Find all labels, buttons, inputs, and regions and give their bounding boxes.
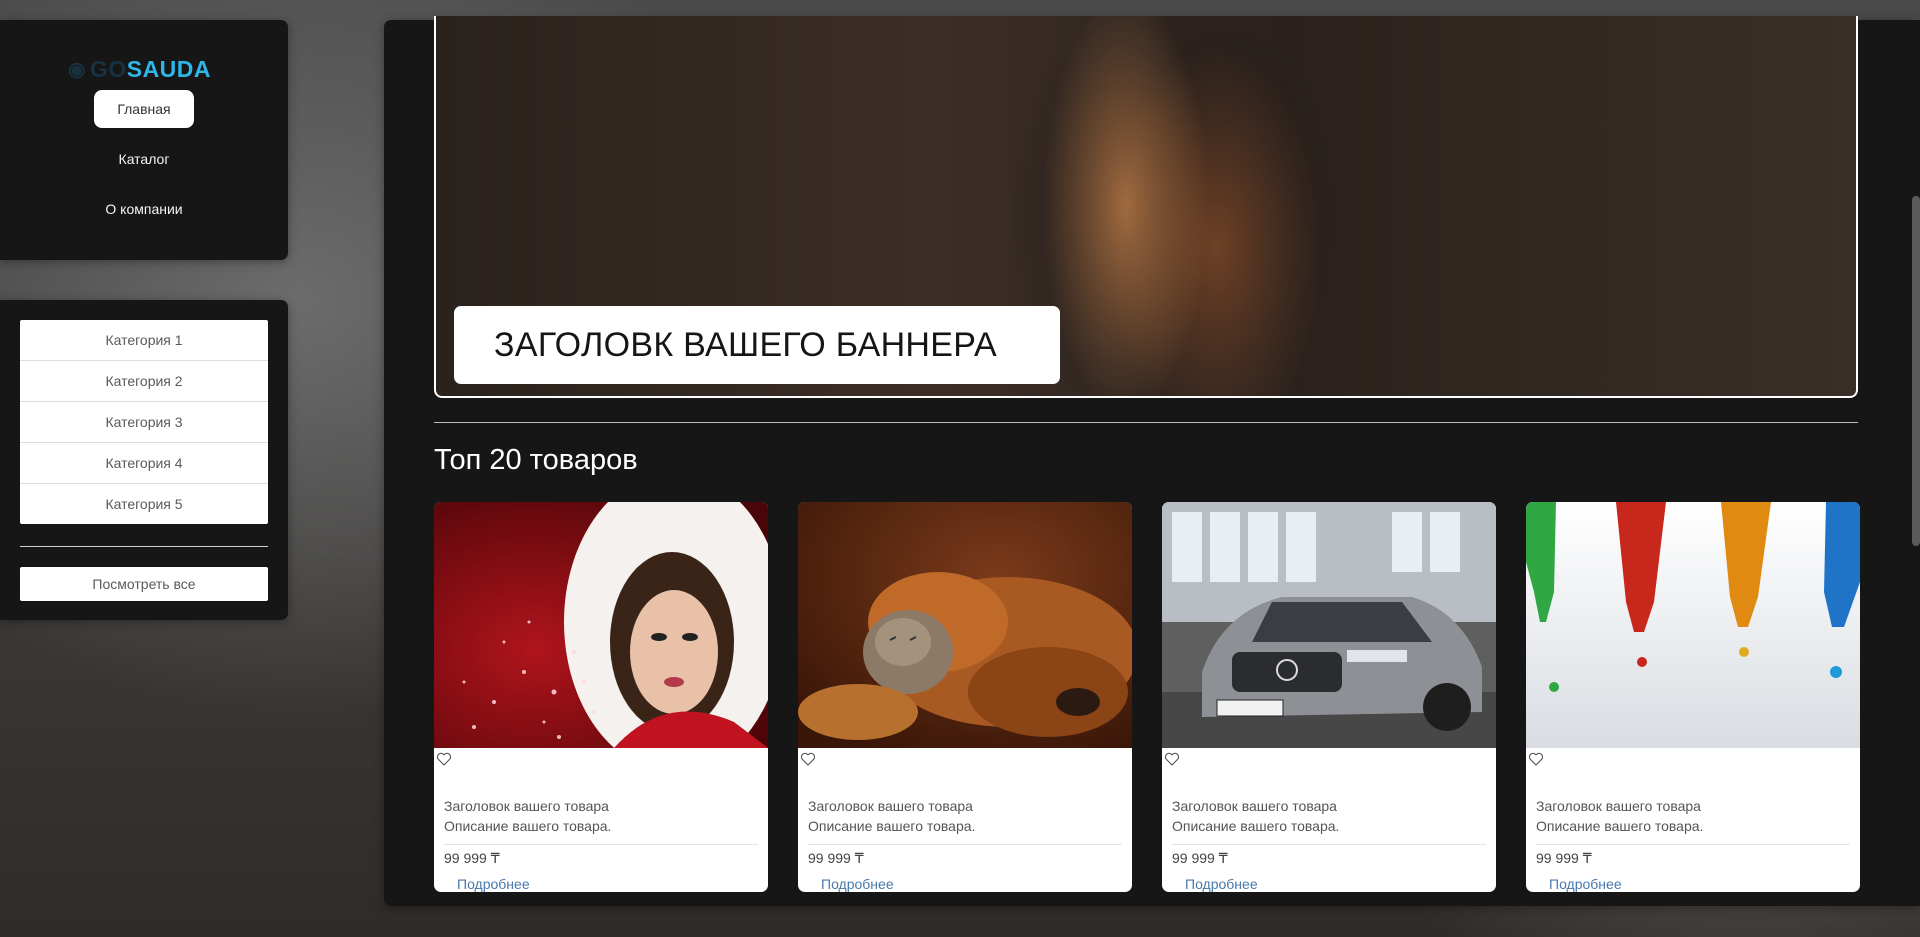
category-list: Категория 1 Категория 2 Категория 3 Кате… xyxy=(20,320,268,524)
product-title: Заголовок вашего товара xyxy=(808,798,973,814)
logo-icon: ◉ xyxy=(68,59,86,81)
product-image-car[interactable] xyxy=(1162,502,1496,748)
product-description: Описание вашего товара. xyxy=(1172,818,1340,834)
banner-title-box: ЗАГОЛОВК ВАШЕГО БАННЕРА xyxy=(454,306,1060,384)
product-title: Заголовок вашего товара xyxy=(1536,798,1701,814)
logo-text-go: GO xyxy=(89,56,127,82)
heart-icon[interactable] xyxy=(1528,751,1544,767)
logo-text-sauda: SAUDA xyxy=(126,56,212,82)
product-title: Заголовок вашего товара xyxy=(444,798,609,814)
product-description: Описание вашего товара. xyxy=(444,818,612,834)
nav-panel: ◉ GO SAUDA Главная Каталог О компании xyxy=(0,20,288,260)
main-panel: ЗАГОЛОВК ВАШЕГО БАННЕРА Топ 20 товаров З… xyxy=(384,16,1920,906)
product-card[interactable]: Заголовок вашего товара Описание вашего … xyxy=(1526,502,1860,892)
nav-item-home[interactable]: Главная xyxy=(94,90,194,128)
details-link[interactable]: Подробнее xyxy=(1549,876,1622,892)
divider xyxy=(808,844,1122,845)
product-price: 99 999 ₸ xyxy=(1536,850,1592,866)
view-all-button[interactable]: Посмотреть все xyxy=(20,567,268,601)
category-item-4[interactable]: Категория 4 xyxy=(20,443,268,484)
heart-icon[interactable] xyxy=(800,751,816,767)
heart-icon[interactable] xyxy=(1164,751,1180,767)
divider xyxy=(1536,844,1850,845)
banner-title: ЗАГОЛОВК ВАШЕГО БАННЕРА xyxy=(494,325,997,364)
product-description: Описание вашего товара. xyxy=(808,818,976,834)
divider xyxy=(1172,844,1486,845)
nav-item-about[interactable]: О компании xyxy=(94,190,194,228)
nav-item-catalog[interactable]: Каталог xyxy=(94,140,194,178)
page-scrollbar[interactable] xyxy=(1912,196,1920,546)
product-image-bottles[interactable] xyxy=(1526,502,1860,748)
product-price: 99 999 ₸ xyxy=(1172,850,1228,866)
product-image-santa-woman[interactable] xyxy=(434,502,768,748)
category-item-2[interactable]: Категория 2 xyxy=(20,361,268,402)
category-panel: Категория 1 Категория 2 Категория 3 Кате… xyxy=(0,300,288,620)
section-title: Топ 20 товаров xyxy=(434,444,638,476)
product-card[interactable]: Заголовок вашего товара Описание вашего … xyxy=(1162,502,1496,892)
category-item-5[interactable]: Категория 5 xyxy=(20,484,268,524)
product-description: Описание вашего товара. xyxy=(1536,818,1704,834)
product-title: Заголовок вашего товара xyxy=(1172,798,1337,814)
category-item-1[interactable]: Категория 1 xyxy=(20,320,268,361)
product-card[interactable]: Заголовок вашего товара Описание вашего … xyxy=(434,502,768,892)
product-price: 99 999 ₸ xyxy=(808,850,864,866)
logo[interactable]: ◉ GO SAUDA xyxy=(68,56,211,83)
section-divider xyxy=(434,422,1858,423)
details-link[interactable]: Подробнее xyxy=(1185,876,1258,892)
divider xyxy=(444,844,758,845)
product-card[interactable]: Заголовок вашего товара Описание вашего … xyxy=(798,502,1132,892)
heart-icon[interactable] xyxy=(436,751,452,767)
product-image-dog-kitten[interactable] xyxy=(798,502,1132,748)
category-item-3[interactable]: Категория 3 xyxy=(20,402,268,443)
product-price: 99 999 ₸ xyxy=(444,850,500,866)
banner[interactable]: ЗАГОЛОВК ВАШЕГО БАННЕРА xyxy=(434,16,1858,398)
details-link[interactable]: Подробнее xyxy=(457,876,530,892)
details-link[interactable]: Подробнее xyxy=(821,876,894,892)
divider xyxy=(20,546,268,547)
